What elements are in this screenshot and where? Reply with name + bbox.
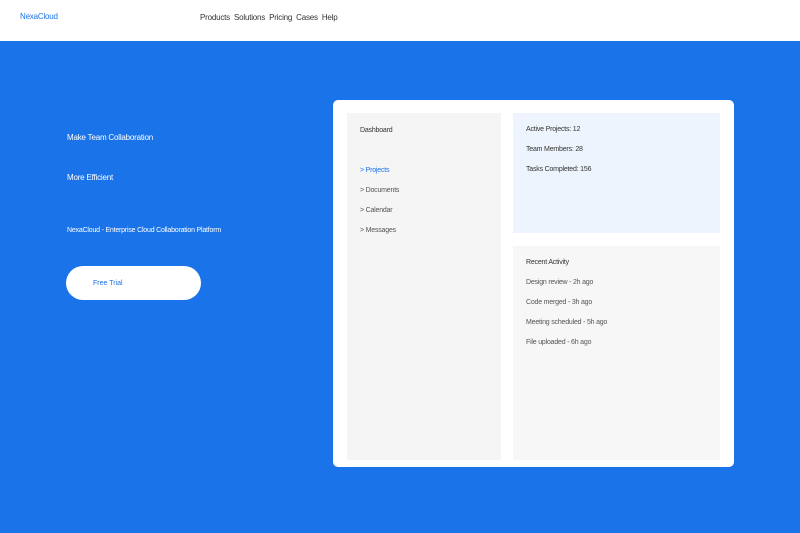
dashboard-title: Dashboard [360,127,393,134]
nav-item-solutions[interactable]: Solutions [234,13,265,22]
brand-logo[interactable]: NexaCloud [20,12,58,21]
sidebar-item-projects[interactable]: > Projects [360,167,390,174]
dashboard-sidebar: Dashboard > Projects > Documents > Calen… [347,113,501,460]
stats-panel: Active Projects: 12 Team Members: 28 Tas… [513,113,720,233]
free-trial-button[interactable]: Free Trial [66,266,201,300]
stat-active-projects: Active Projects: 12 [526,126,581,133]
hero-subtitle: NexaCloud - Enterprise Cloud Collaborati… [67,227,221,234]
stat-tasks-completed: Tasks Completed: 156 [526,166,592,173]
nav-item-help[interactable]: Help [322,13,338,22]
activity-item: File uploaded - 6h ago [526,339,592,346]
recent-activity-panel: Recent Activity Design review - 2h ago C… [513,246,720,460]
top-navbar: NexaCloud Products Solutions Pricing Cas… [0,0,800,41]
hero-title-line2: More Efficient [67,173,113,182]
activity-item: Code merged - 3h ago [526,299,593,306]
stat-team-members: Team Members: 28 [526,146,583,153]
recent-activity-title: Recent Activity [526,259,569,266]
nav-item-pricing[interactable]: Pricing [269,13,292,22]
hero-title-line1: Make Team Collaboration [67,133,153,142]
activity-item: Design review - 2h ago [526,279,594,286]
dashboard-preview: Dashboard > Projects > Documents > Calen… [333,100,734,467]
nav-item-products[interactable]: Products [200,13,230,22]
sidebar-item-documents[interactable]: > Documents [360,187,399,194]
main-nav: Products Solutions Pricing Cases Help [200,13,338,22]
nav-item-cases[interactable]: Cases [296,13,318,22]
sidebar-item-calendar[interactable]: > Calendar [360,207,393,214]
activity-item: Meeting scheduled - 5h ago [526,319,608,326]
sidebar-item-messages[interactable]: > Messages [360,227,396,234]
